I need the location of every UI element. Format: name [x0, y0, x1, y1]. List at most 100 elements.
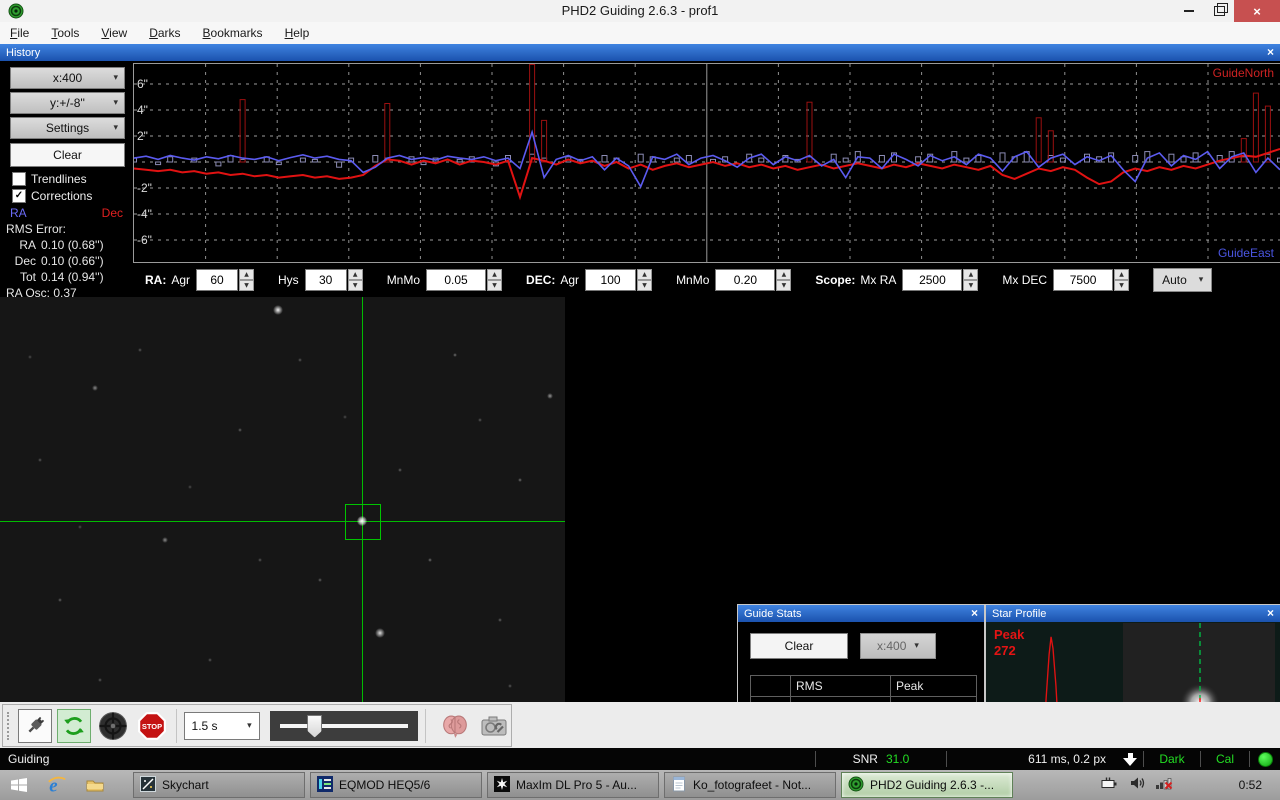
- taskbar-button-notepad[interactable]: Ko_fotografeet - Not...: [664, 772, 836, 798]
- taskbar-button-phd2[interactable]: PHD2 Guiding 2.6.3 -...: [841, 772, 1013, 798]
- menu-view[interactable]: View: [101, 26, 127, 40]
- param-label: Mx DEC: [1002, 273, 1047, 287]
- menu-file[interactable]: File: [10, 26, 29, 40]
- svg-text:6": 6": [137, 77, 148, 91]
- spin-down-icon[interactable]: ▼: [1114, 280, 1129, 291]
- trendlines-checkbox[interactable]: Trendlines: [12, 172, 87, 186]
- star: [375, 628, 385, 638]
- spinner-buttons: ▲ ▼: [963, 269, 978, 291]
- stats-scale-dropdown[interactable]: x:400 ▾: [860, 633, 936, 659]
- tray-clock[interactable]: 0:52: [1239, 778, 1262, 792]
- taskbar-button-skychart[interactable]: Skychart: [133, 772, 305, 798]
- param-input[interactable]: 30: [305, 269, 347, 291]
- task-icon: [317, 776, 333, 795]
- menu-darks[interactable]: Darks: [149, 26, 180, 40]
- dec-legend-label: Dec: [102, 206, 123, 220]
- file-explorer-taskbar-icon[interactable]: [76, 770, 114, 800]
- menu-tools[interactable]: Tools: [51, 26, 79, 40]
- spin-down-icon[interactable]: ▼: [487, 280, 502, 291]
- svg-text:STOP: STOP: [141, 722, 161, 731]
- stop-button[interactable]: STOP: [135, 709, 169, 743]
- spin-up-icon[interactable]: ▲: [637, 269, 652, 280]
- spin-up-icon[interactable]: ▲: [776, 269, 791, 280]
- minimize-icon: [1184, 10, 1194, 12]
- star-profile-close-icon[interactable]: ×: [1267, 608, 1274, 619]
- volume-tray-icon[interactable]: [1129, 776, 1145, 795]
- star: [273, 305, 283, 315]
- menu-help[interactable]: Help: [285, 26, 310, 40]
- guide-param-control: Hys 30 ▲ ▼: [278, 269, 363, 291]
- start-button[interactable]: [0, 770, 38, 800]
- stats-clear-button[interactable]: Clear: [750, 633, 848, 659]
- menu-bar: File Tools View Darks Bookmarks Help: [0, 22, 1280, 44]
- param-input[interactable]: 2500: [902, 269, 962, 291]
- spin-up-icon[interactable]: ▲: [963, 269, 978, 280]
- exposure-duration-dropdown[interactable]: 1.5 s ▾: [184, 712, 260, 740]
- corrections-checkbox[interactable]: ✓ Corrections: [12, 189, 92, 203]
- spin-up-icon[interactable]: ▲: [1114, 269, 1129, 280]
- param-input[interactable]: 0.20: [715, 269, 775, 291]
- table-header-row: RMS Peak: [751, 676, 977, 697]
- advanced-settings-button[interactable]: [438, 709, 472, 743]
- task-label: MaxIm DL Pro 5 - Au...: [516, 778, 637, 792]
- restore-button[interactable]: [1204, 0, 1234, 22]
- guide-target-icon: [98, 711, 128, 741]
- param-input[interactable]: 0.05: [426, 269, 486, 291]
- dec-mode-dropdown[interactable]: Auto ▾: [1153, 268, 1212, 292]
- settings-dropdown[interactable]: Settings▾: [10, 117, 125, 139]
- close-button[interactable]: ×: [1234, 0, 1280, 22]
- crosshair-horizontal: [0, 521, 565, 522]
- guide-stats-close-icon[interactable]: ×: [971, 608, 978, 619]
- brain-icon: [441, 713, 469, 739]
- start-guiding-button[interactable]: [96, 709, 130, 743]
- task-buttons: Skychart EQMOD HEQ5/6 MaxIm DL Pro 5 - A…: [128, 772, 1013, 798]
- status-bar: Guiding SNR 31.0 611 ms, 0.2 px Dark Cal: [0, 748, 1280, 770]
- spin-down-icon[interactable]: ▼: [637, 280, 652, 291]
- system-tray: 0:52: [1101, 776, 1280, 795]
- param-label: Hys: [278, 273, 299, 287]
- menu-bookmarks[interactable]: Bookmarks: [203, 26, 263, 40]
- spin-up-icon[interactable]: ▲: [239, 269, 254, 280]
- window-title: PHD2 Guiding 2.6.3 - prof1: [0, 0, 1280, 22]
- spin-down-icon[interactable]: ▼: [776, 280, 791, 291]
- task-icon: [494, 776, 510, 795]
- yscale-dropdown[interactable]: y:+/-8''▾: [10, 92, 125, 114]
- network-error-tray-icon[interactable]: [1155, 776, 1173, 795]
- spin-up-icon[interactable]: ▲: [348, 269, 363, 280]
- taskbar-button-eqmod[interactable]: EQMOD HEQ5/6: [310, 772, 482, 798]
- spin-down-icon[interactable]: ▼: [348, 280, 363, 291]
- taskbar-button-maxim[interactable]: MaxIm DL Pro 5 - Au...: [487, 772, 659, 798]
- guide-camera-image[interactable]: [0, 297, 565, 702]
- param-input[interactable]: 100: [585, 269, 636, 291]
- ra-legend-label: RA: [10, 206, 27, 220]
- spinner-buttons: ▲ ▼: [239, 269, 254, 291]
- camera-settings-button[interactable]: [477, 709, 511, 743]
- rms-dec-row: Dec0.10 (0.66''): [6, 254, 104, 268]
- slider-track[interactable]: [280, 724, 408, 728]
- star: [398, 468, 402, 472]
- spin-up-icon[interactable]: ▲: [487, 269, 502, 280]
- param-input[interactable]: 60: [196, 269, 238, 291]
- battery-tray-icon[interactable]: [1101, 776, 1119, 795]
- star: [138, 348, 142, 352]
- star: [298, 358, 302, 362]
- gamma-slider[interactable]: [270, 711, 418, 741]
- stop-sign-icon: STOP: [137, 711, 167, 741]
- loop-exposures-button[interactable]: [57, 709, 91, 743]
- connect-equipment-button[interactable]: [18, 709, 52, 743]
- history-close-icon[interactable]: ×: [1267, 47, 1274, 58]
- slider-handle[interactable]: [307, 715, 322, 738]
- main-area: Guide Stats × Clear x:400 ▾ RMS Peak RA0…: [0, 297, 1280, 702]
- xscale-dropdown[interactable]: x:400▾: [10, 67, 125, 89]
- history-clear-button[interactable]: Clear: [10, 143, 125, 167]
- spin-down-icon[interactable]: ▼: [963, 280, 978, 291]
- param-input[interactable]: 7500: [1053, 269, 1113, 291]
- guide-star[interactable]: [357, 516, 367, 526]
- star: [58, 598, 62, 602]
- spin-down-icon[interactable]: ▼: [239, 280, 254, 291]
- minimize-button[interactable]: [1174, 0, 1204, 22]
- guide-param-control: Mx DEC 7500 ▲ ▼: [1002, 269, 1129, 291]
- toolbar-grip[interactable]: [7, 712, 13, 740]
- internet-explorer-taskbar-icon[interactable]: e: [38, 770, 76, 800]
- dark-indicator: Dark: [1144, 748, 1200, 770]
